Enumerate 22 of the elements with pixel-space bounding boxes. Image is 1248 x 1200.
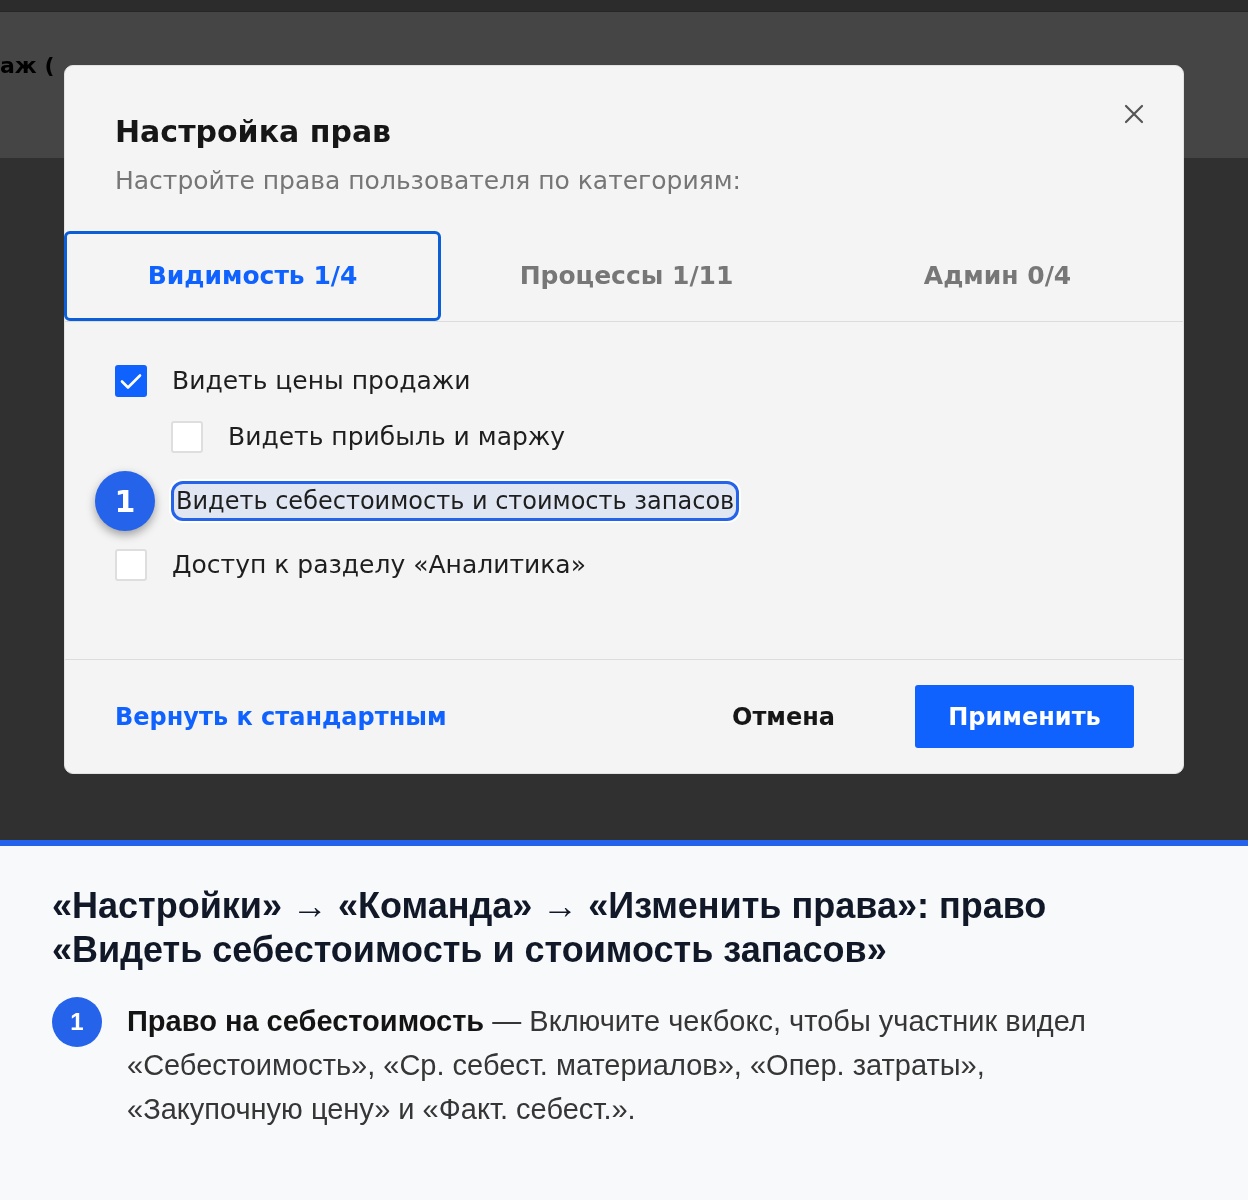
close-icon: [1124, 104, 1144, 124]
highlighted-permission-label: Видеть себестоимость и стоимость запасов: [171, 481, 740, 521]
page-title: аж (: [0, 52, 55, 80]
permission-label: Доступ к разделу «Аналитика»: [172, 549, 586, 581]
checkbox[interactable]: [115, 365, 147, 397]
checkmark-icon: [120, 372, 142, 390]
apply-button[interactable]: Применить: [915, 685, 1134, 748]
tab[interactable]: Админ 0/4: [812, 231, 1183, 320]
tab[interactable]: Видимость 1/4: [64, 231, 441, 321]
marker-badge: 1: [95, 471, 155, 531]
note-text: Право на себестоимость — Включите чекбокс, чтобы участник видел «Себестоимость», «Ср. себест. материалов», «Опер. затраты», «Закупочную цену» и «Факт. себест.».: [127, 1004, 1087, 1127]
checkbox[interactable]: [171, 421, 203, 453]
dialog-title: Настройка прав: [115, 113, 393, 151]
note-marker-badge: 1: [52, 997, 102, 1047]
checkbox[interactable]: [115, 549, 147, 581]
tab[interactable]: Процессы 1/11: [441, 231, 812, 320]
annotation-heading: «Настройки» → «Команда» → «Изменить права»: право «Видеть себестоимость и стоимость запасов»: [52, 884, 1048, 972]
permission-label: Видеть цены продажи: [172, 365, 471, 397]
cancel-button[interactable]: Отмена: [732, 698, 835, 735]
dialog-subtitle: Настройте права пользователя по категориям:: [115, 165, 741, 197]
permission-label: Видеть прибыль и маржу: [228, 421, 566, 453]
reset-defaults-link[interactable]: Вернуть к стандартным: [115, 698, 447, 735]
